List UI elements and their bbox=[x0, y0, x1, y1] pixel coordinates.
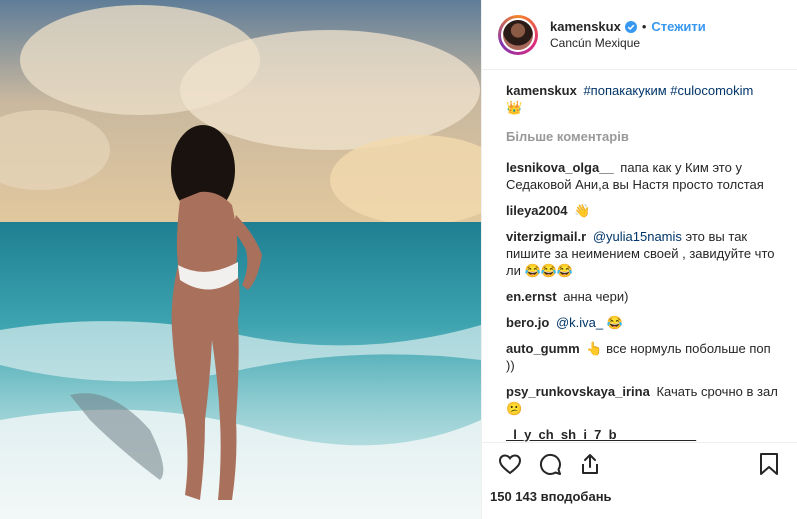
heart-icon bbox=[498, 454, 522, 475]
action-bar: 150 143 вподобань bbox=[482, 442, 797, 519]
share-icon bbox=[582, 454, 598, 474]
comment-username[interactable]: _l_y_ch_sh_i_7_b___________ bbox=[506, 427, 696, 442]
likes-number: 150 143 bbox=[490, 489, 537, 504]
username-link[interactable]: kamenskux bbox=[550, 19, 621, 34]
list-item: en.ernst анна чери) bbox=[506, 288, 781, 305]
comments-list: kamenskux #попакакуким #culocomokim 👑 Бі… bbox=[482, 70, 797, 442]
location-link[interactable]: Cancún Mexique bbox=[550, 36, 706, 50]
list-item: psy_runkovskaya_irina Качать срочно в за… bbox=[506, 383, 781, 417]
separator-dot: • bbox=[641, 19, 647, 34]
crown-emoji: 👑 bbox=[506, 100, 523, 115]
comment-username[interactable]: auto_gumm bbox=[506, 341, 580, 356]
verified-badge-icon bbox=[624, 20, 637, 33]
comment-username[interactable]: viterzigmail.r bbox=[506, 229, 586, 244]
comment-text: 😂 bbox=[606, 315, 623, 330]
hashtag-link[interactable]: #culocomokim bbox=[670, 83, 753, 98]
avatar[interactable] bbox=[498, 14, 538, 55]
instagram-post: kamenskux • Стежити Cancún Mexique kamen… bbox=[0, 0, 797, 519]
list-item: viterzigmail.r @yulia15namis это вы так … bbox=[506, 228, 781, 279]
beach-photo bbox=[0, 0, 481, 519]
post-sidebar: kamenskux • Стежити Cancún Mexique kamen… bbox=[481, 0, 797, 519]
post-header: kamenskux • Стежити Cancún Mexique bbox=[482, 0, 797, 70]
follow-button[interactable]: Стежити bbox=[651, 19, 705, 34]
caption-username[interactable]: kamenskux bbox=[506, 83, 577, 98]
comment-text: 👋 bbox=[574, 203, 591, 218]
comment-username[interactable]: en.ernst bbox=[506, 289, 557, 304]
header-text: kamenskux • Стежити Cancún Mexique bbox=[550, 19, 706, 50]
comment-username[interactable]: bero.jo bbox=[506, 315, 549, 330]
comment-text: анна чери) bbox=[563, 289, 629, 304]
likes-label: вподобань bbox=[540, 489, 612, 504]
list-item: lesnikova_olga__ папа как у Ким это у Се… bbox=[506, 159, 781, 193]
like-button[interactable] bbox=[492, 446, 528, 482]
likes-count[interactable]: 150 143 вподобань bbox=[490, 489, 781, 504]
comment-username[interactable]: lileya2004 bbox=[506, 203, 567, 218]
comment-icon bbox=[539, 453, 561, 475]
list-item: auto_gumm 👆 все нормуль побольше поп )) bbox=[506, 340, 781, 374]
mention-link[interactable]: @yulia15namis bbox=[593, 229, 682, 244]
bookmark-icon bbox=[760, 453, 778, 475]
comment-username[interactable]: psy_runkovskaya_irina bbox=[506, 384, 650, 399]
share-button[interactable] bbox=[572, 446, 608, 482]
list-item: _l_y_ch_sh_i_7_b___________ bbox=[506, 426, 781, 442]
comment-username[interactable]: lesnikova_olga__ bbox=[506, 160, 614, 175]
caption: kamenskux #попакакуким #culocomokim 👑 bbox=[506, 82, 781, 116]
more-comments-button[interactable]: Більше коментарів bbox=[506, 128, 781, 145]
comment-button[interactable] bbox=[532, 446, 568, 482]
header-row: kamenskux • Стежити bbox=[550, 19, 706, 34]
post-photo[interactable] bbox=[0, 0, 481, 519]
list-item: lileya2004 👋 bbox=[506, 202, 781, 219]
list-item: bero.jo @k.iva_ 😂 bbox=[506, 314, 781, 331]
mention-link[interactable]: @k.iva_ bbox=[556, 315, 603, 330]
action-icons bbox=[492, 443, 781, 485]
save-button[interactable] bbox=[751, 446, 787, 482]
hashtag-link[interactable]: #попакакуким bbox=[583, 83, 666, 98]
avatar-image bbox=[501, 17, 535, 52]
